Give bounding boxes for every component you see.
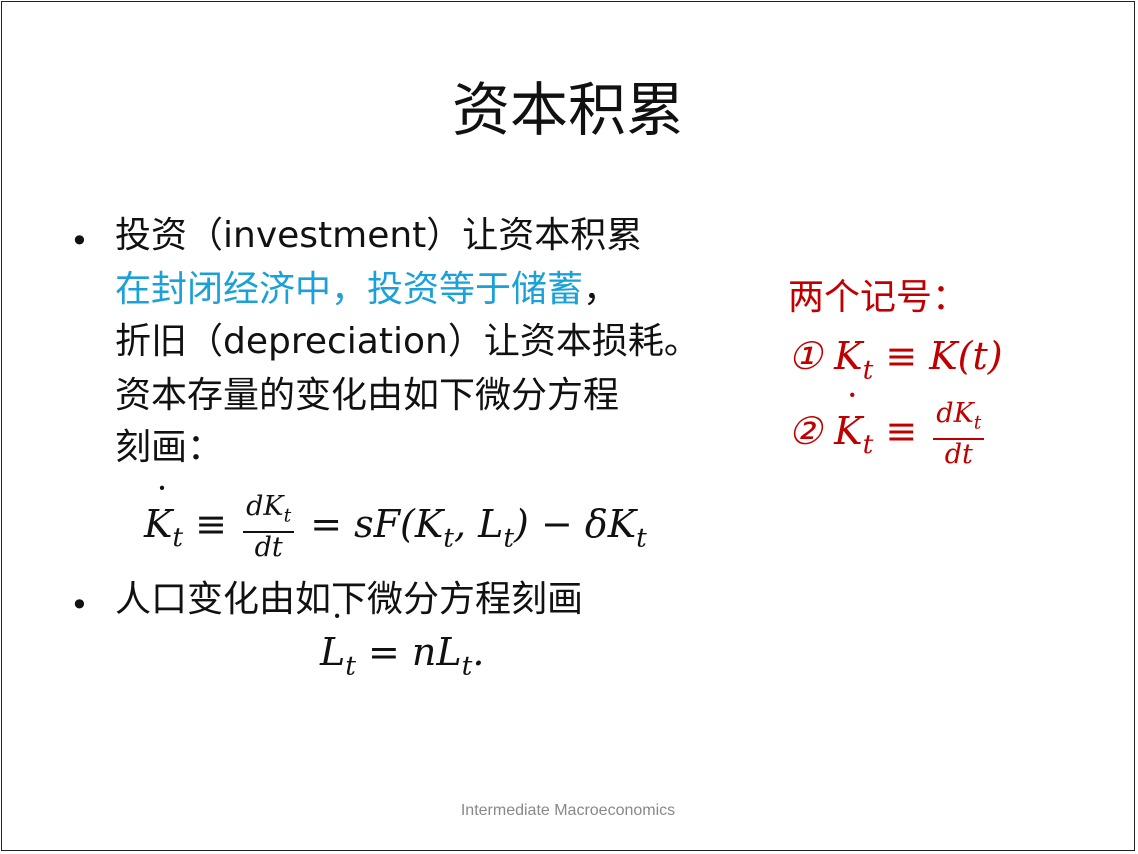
comma: ， — [583, 269, 620, 310]
capital-lhs: K — [144, 480, 172, 546]
bullet-1-line-2: 在封闭经济中，投资等于储蓄， — [115, 264, 619, 316]
bullet-marker: • — [70, 586, 89, 624]
labor-equation: Lt = nLt. — [320, 608, 484, 682]
bullet-1-line-1: 投资（investment）让资本积累 — [115, 215, 643, 256]
capital-rhs: = sF(Kt, Lt) − δKt — [310, 501, 647, 554]
fraction-denominator: dt — [254, 531, 283, 563]
bullet-1-line-4: 资本存量的变化由如下微分方程 — [115, 375, 620, 416]
labor-lhs-sub: t — [345, 650, 356, 682]
slide-title: 资本积累 — [451, 76, 684, 144]
labor-rhs: = nL — [368, 630, 462, 674]
notation-panel: 两个记号： ① Kt ≡ K(t) ② Kt ≡ dKt dt — [788, 272, 1003, 470]
capital-lhs-sub: t — [172, 522, 184, 554]
notation-item-1: ① Kt ≡ K(t) — [788, 334, 1003, 386]
bullet-marker: • — [70, 222, 89, 260]
capital-equation: Kt ≡ dKt dt = sF(Kt, Lt) − δKt — [144, 480, 647, 563]
notation-heading: 两个记号： — [788, 277, 969, 318]
highlight-text: 在封闭经济中，投资等于储蓄 — [115, 269, 584, 310]
capital-fraction: dKt dt — [243, 491, 295, 563]
slide: 资本积累 • 投资（investment）让资本积累 在封闭经济中，投资等于储蓄… — [1, 1, 1135, 851]
fraction-numerator: dKt — [246, 491, 292, 527]
bullet-2-line-1: 人口变化由如下微分方程刻画 — [115, 579, 584, 620]
slide-footer: Intermediate Macroeconomics — [460, 802, 676, 819]
bullet-1-line-5: 刻画： — [115, 427, 224, 468]
bullet-1-line-3: 折旧（depreciation）让资本损耗。 — [115, 321, 700, 362]
notation-fraction: dKt dt — [933, 399, 985, 470]
labor-lhs: L — [320, 608, 347, 674]
notation-item-2: ② Kt ≡ dKt dt — [788, 387, 1003, 470]
equiv-symbol: ≡ — [195, 501, 228, 546]
